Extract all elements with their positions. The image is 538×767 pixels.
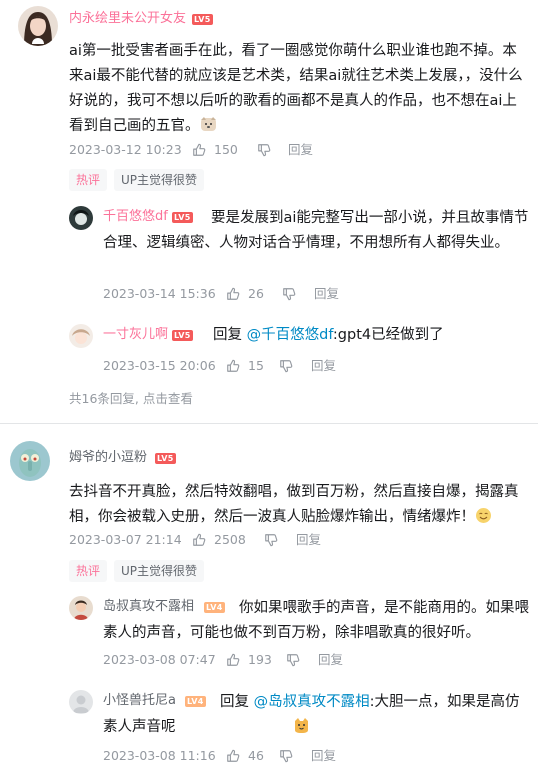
up-liked-tag: UP主觉得很赞 — [114, 169, 205, 191]
reply-meta: 2023-03-15 20:06 15 回复 — [103, 358, 403, 374]
reply-content: 你如果喂歌手的声音，是不能商用的。如果喂素人的声音，可能也做不到百万粉，除非唱歌… — [103, 596, 531, 646]
thumb-up-icon[interactable] — [226, 653, 240, 667]
avatar[interactable] — [10, 441, 50, 481]
reply-content: 回复 @岛叔真攻不露相:大胆一点，如果是高仿素人声音呢 — [103, 690, 531, 740]
like-count: 15 — [248, 358, 264, 373]
reply-text: :gpt4已经做到了 — [332, 327, 444, 343]
hot-comment-tag: 热评 — [69, 169, 108, 191]
avatar-anime-dark-icon — [69, 206, 93, 230]
dog-emoji-icon — [200, 116, 217, 133]
hot-comment-tag: 热评 — [69, 560, 108, 582]
reply-date: 2023-03-08 11:16 — [103, 748, 216, 763]
thumb-up-icon[interactable] — [226, 287, 240, 301]
thumb-down-icon[interactable] — [282, 287, 296, 301]
comment-text: ai第一批受害者画手在此，看了一圈感觉你萌什么职业谁也跑不掉。本来ai最不能代替… — [69, 43, 523, 134]
thumb-down-icon[interactable] — [286, 653, 300, 667]
reply-button[interactable]: 回复 — [314, 286, 339, 302]
thumb-down-icon[interactable] — [264, 533, 278, 547]
thumb-up-icon[interactable] — [192, 143, 206, 157]
view-more-replies-link[interactable]: 点击查看 — [143, 391, 193, 406]
comment-date: 2023-03-12 10:23 — [69, 142, 182, 157]
up-liked-tag: UP主觉得很赞 — [114, 560, 205, 582]
reply-button[interactable]: 回复 — [311, 358, 336, 374]
avatar-squidward-icon — [10, 441, 50, 481]
comment-meta: 2023-03-12 10:23 150 回复 — [69, 142, 369, 158]
reply-content: 要是发展到ai能完整写出一部小说，并且故事情节合理、逻辑缜密、人物对话合乎情理，… — [103, 206, 531, 256]
reply-prefix: 回复 — [213, 327, 242, 343]
thumb-up-icon[interactable] — [192, 533, 206, 547]
username[interactable]: 一寸灰儿啊 — [103, 327, 168, 343]
reply-button[interactable]: 回复 — [296, 532, 321, 548]
level-badge: LV5 — [155, 453, 176, 464]
comment-date: 2023-03-07 21:14 — [69, 532, 182, 547]
reply-count-text: 共16条回复, — [69, 391, 139, 406]
thumb-up-icon[interactable] — [226, 749, 240, 763]
reply-text: 你如果喂歌手的声音，是不能商用的。如果喂素人的声音，可能也做不到百万粉，除非唱歌… — [103, 600, 529, 641]
reply-content: 回复 @千百悠悠df:gpt4已经做到了 — [213, 323, 531, 348]
username[interactable]: 内永绘里未公开女友 — [69, 11, 186, 27]
reply-meta: 2023-03-08 11:16 46 回复 — [103, 748, 403, 764]
avatar[interactable] — [69, 324, 93, 348]
reply-date: 2023-03-08 07:47 — [103, 652, 216, 667]
comment-text: 去抖音不开真脸，然后特效翻唱，做到百万粉，然后直接自爆，揭露真相，你会被载入史册… — [69, 484, 519, 525]
more-replies: 共16条回复, 点击查看 — [69, 388, 193, 407]
reply-date: 2023-03-15 20:06 — [103, 358, 216, 373]
divider — [0, 423, 538, 424]
like-count: 150 — [214, 142, 238, 157]
avatar[interactable] — [18, 6, 58, 46]
mention-link[interactable]: @岛叔真攻不露相 — [254, 694, 370, 710]
reply-button[interactable]: 回复 — [288, 142, 313, 158]
reply-meta: 2023-03-08 07:47 193 回复 — [103, 652, 403, 668]
username[interactable]: 姆爷的小逗粉 — [69, 450, 147, 466]
avatar-person-icon — [69, 596, 93, 620]
reply-button[interactable]: 回复 — [318, 652, 343, 668]
like-count: 26 — [248, 286, 264, 301]
avatar-girl-icon — [18, 6, 58, 46]
level-badge: LV5 — [172, 330, 193, 341]
avatar-default-icon — [69, 690, 93, 714]
thumb-down-icon[interactable] — [279, 359, 293, 373]
comment-content: 去抖音不开真脸，然后特效翻唱，做到百万粉，然后直接自爆，揭露真相，你会被载入史册… — [69, 480, 531, 530]
reply-date: 2023-03-14 15:36 — [103, 286, 216, 301]
avatar[interactable] — [69, 690, 93, 714]
thumb-down-icon[interactable] — [257, 143, 271, 157]
like-count: 2508 — [214, 532, 246, 547]
avatar[interactable] — [69, 206, 93, 230]
reply-button[interactable]: 回复 — [311, 748, 336, 764]
comment-meta: 2023-03-07 21:14 2508 回复 — [69, 532, 369, 548]
avatar[interactable] — [69, 596, 93, 620]
reply-meta: 2023-03-14 15:36 26 回复 — [103, 286, 403, 302]
like-count: 46 — [248, 748, 264, 763]
reply-prefix: 回复 — [220, 694, 249, 710]
comment-content: ai第一批受害者画手在此，看了一圈感觉你萌什么职业谁也跑不掉。本来ai最不能代替… — [69, 39, 531, 139]
cat-emoji-icon — [176, 717, 308, 734]
avatar-anime-light-icon — [69, 324, 93, 348]
thumb-up-icon[interactable] — [226, 359, 240, 373]
level-badge: LV5 — [192, 14, 213, 25]
mention-link[interactable]: @千百悠悠df — [247, 327, 333, 343]
thumb-down-icon[interactable] — [279, 749, 293, 763]
like-count: 193 — [248, 652, 272, 667]
smile-emoji-icon — [475, 507, 492, 524]
reply-text: 要是发展到ai能完整写出一部小说，并且故事情节合理、逻辑缜密、人物对话合乎情理，… — [103, 210, 529, 251]
